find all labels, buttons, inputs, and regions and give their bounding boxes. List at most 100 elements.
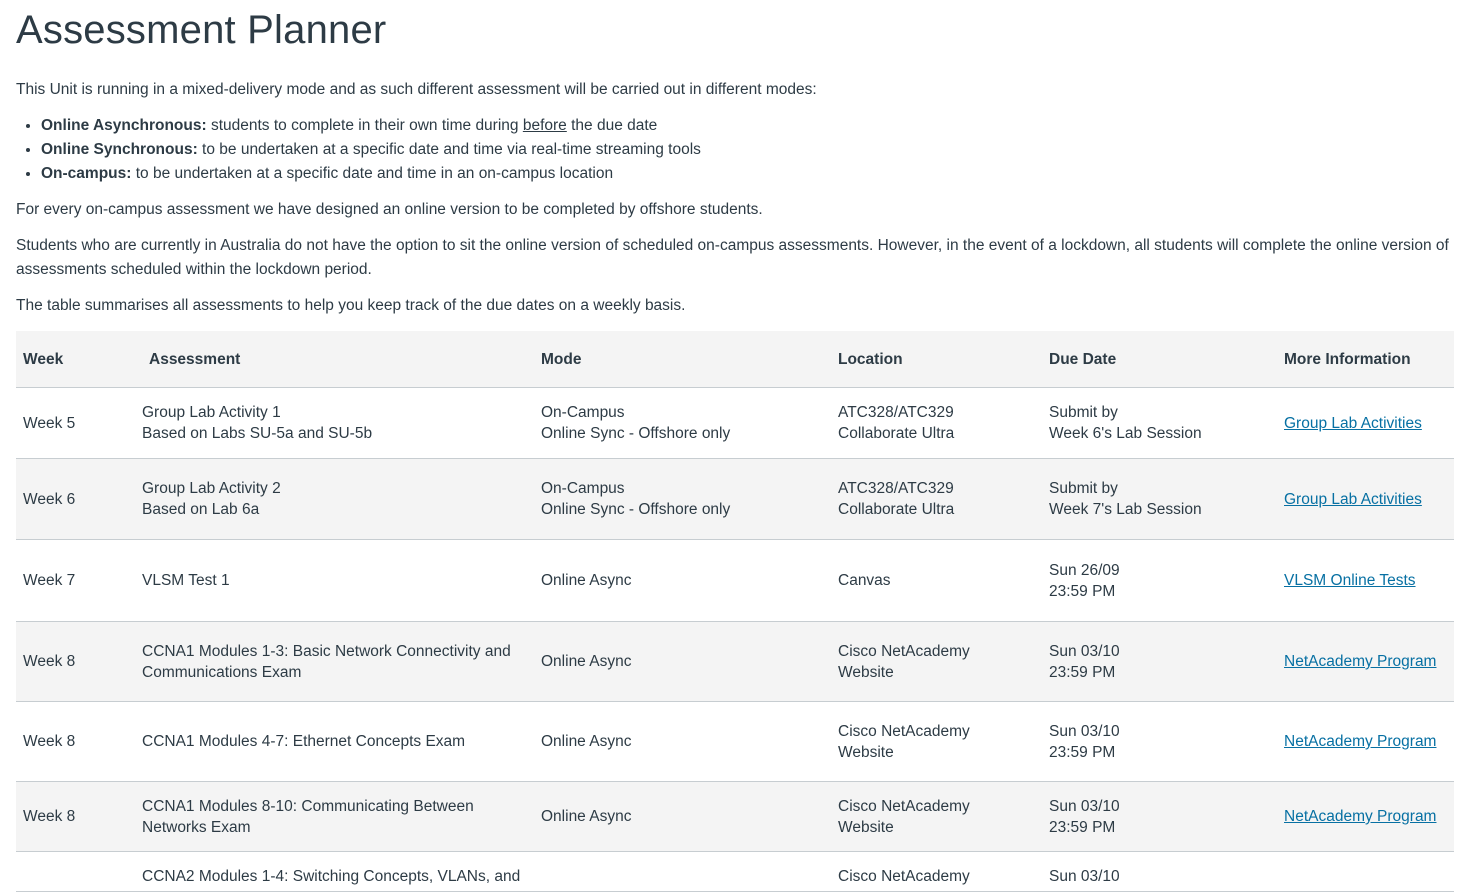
due-date-cell: Submit by Week 6's Lab Session bbox=[1042, 387, 1277, 459]
due-date-cell-line: Week 7's Lab Session bbox=[1049, 501, 1202, 518]
due-date-cell-line: 23:59 PM bbox=[1049, 743, 1116, 761]
table-row: Week 8 CCNA1 Modules 1-3: Basic Network C… bbox=[16, 621, 1454, 702]
location-cell: Cisco NetAcademy Website bbox=[831, 621, 1042, 702]
location-cell-line: Collaborate Ultra bbox=[838, 501, 955, 518]
due-date-cell: Sun 03/10 23:59 PM bbox=[1042, 781, 1277, 852]
location-cell-line: Canvas bbox=[838, 572, 891, 589]
week-cell bbox=[16, 851, 135, 892]
table-row: Week 8 CCNA1 Modules 4-7: Ethernet Concep… bbox=[16, 701, 1454, 782]
week-cell: Week 6 bbox=[16, 458, 135, 540]
table-header: Week Assessment Mode Location Due Date M… bbox=[16, 331, 1454, 388]
due-date-cell-line: Submit by bbox=[1049, 480, 1118, 497]
week-cell: Week 8 bbox=[16, 781, 135, 852]
location-cell-line: Website bbox=[838, 818, 894, 836]
assessment-cell-line: Based on Lab 6a bbox=[142, 501, 260, 518]
mode-term: Online Synchronous: bbox=[41, 141, 198, 158]
mode-emphasis: before bbox=[522, 117, 567, 134]
mode-cell: Online Async bbox=[534, 539, 831, 622]
header-due-date: Due Date bbox=[1042, 331, 1277, 388]
mode-cell-line: Online Async bbox=[541, 572, 632, 589]
mode-term: On-campus: bbox=[41, 165, 132, 182]
header-more-info: More Information bbox=[1277, 331, 1454, 388]
due-date-cell: Sun 03/10 23:59 PM bbox=[1042, 701, 1277, 782]
assessment-cell: VLSM Test 1 bbox=[135, 539, 534, 622]
header-mode: Mode bbox=[534, 331, 831, 388]
more-info-cell: VLSM Online Tests bbox=[1277, 539, 1454, 622]
location-cell: ATC328/ATC329 Collaborate Ultra bbox=[831, 387, 1042, 459]
location-cell-line: Cisco NetAcademy bbox=[838, 868, 970, 885]
mode-cell: On-Campus Online Sync - Offshore only bbox=[534, 458, 831, 540]
assessment-cell: CCNA2 Modules 1-4: Switching Concepts, V… bbox=[135, 851, 534, 892]
mode-cell-line: Online Async bbox=[541, 808, 632, 825]
mode-term: Online Asynchronous: bbox=[41, 117, 207, 134]
assessment-cell-line: Group Lab Activity 1 bbox=[142, 404, 281, 421]
assessment-cell-line: CCNA1 Modules 1-3: Basic Network Connect… bbox=[142, 642, 511, 660]
assessment-cell-line: Group Lab Activity 2 bbox=[142, 480, 281, 497]
location-cell-line: ATC328/ATC329 bbox=[838, 480, 954, 497]
table-row: Week 5 Group Lab Activity 1 Based on Labs … bbox=[16, 387, 1454, 459]
mode-desc: students to complete in their own time d… bbox=[206, 117, 523, 134]
more-info-link[interactable]: NetAcademy Program bbox=[1284, 808, 1436, 825]
more-info-link[interactable]: Group Lab Activities bbox=[1284, 415, 1422, 432]
week-cell: Week 8 bbox=[16, 621, 135, 702]
assessment-cell-line: Communications Exam bbox=[142, 663, 302, 681]
more-info-link[interactable]: NetAcademy Program bbox=[1284, 733, 1436, 750]
mode-cell: Online Async bbox=[534, 701, 831, 782]
location-cell-line: Collaborate Ultra bbox=[838, 425, 955, 442]
location-cell: ATC328/ATC329 Collaborate Ultra bbox=[831, 458, 1042, 540]
due-date-cell: Sun 03/10 23:59 PM bbox=[1042, 621, 1277, 702]
due-date-cell-line: Week 6's Lab Session bbox=[1049, 425, 1202, 442]
mode-item: Online Synchronous: to be undertaken at … bbox=[41, 138, 701, 162]
assessment-cell-line: CCNA1 Modules 8-10: Communicating Betwee… bbox=[142, 797, 474, 815]
more-info-link[interactable]: VLSM Online Tests bbox=[1284, 572, 1416, 589]
header-assessment: Assessment bbox=[135, 331, 534, 388]
assessment-cell-line: CCNA2 Modules 1-4: Switching Concepts, V… bbox=[142, 868, 521, 885]
location-cell: Cisco NetAcademy Website bbox=[831, 701, 1042, 782]
mode-cell-line: On-Campus bbox=[541, 480, 625, 497]
mode-cell-line: On-Campus bbox=[541, 404, 625, 421]
mode-desc: to be undertaken at a specific date and … bbox=[197, 141, 701, 158]
intro-text: This Unit is running in a mixed-delivery… bbox=[16, 81, 817, 98]
assessment-cell-line: Based on Labs SU-5a and SU-5b bbox=[142, 425, 373, 442]
due-date-cell: Sun 26/09 23:59 PM bbox=[1042, 539, 1277, 622]
more-info-cell: Group Lab Activities bbox=[1277, 387, 1454, 459]
due-date-cell-line: Sun 03/10 bbox=[1049, 642, 1120, 660]
assessment-cell-line: Networks Exam bbox=[142, 818, 251, 836]
mode-cell: Online Async bbox=[534, 781, 831, 852]
location-cell-line: Cisco NetAcademy bbox=[838, 797, 970, 815]
location-cell-line: Website bbox=[838, 663, 894, 681]
assessment-cell: CCNA1 Modules 1-3: Basic Network Connect… bbox=[135, 621, 534, 702]
more-info-cell: Group Lab Activities bbox=[1277, 458, 1454, 540]
mode-cell bbox=[534, 851, 831, 892]
more-info-link[interactable]: NetAcademy Program bbox=[1284, 653, 1436, 670]
mode-desc: to be undertaken at a specific date and … bbox=[131, 165, 614, 182]
modes-list: Online Asynchronous: students to complet… bbox=[16, 114, 701, 186]
mode-cell-line: Online Sync - Offshore only bbox=[541, 425, 731, 442]
more-info-link[interactable]: Group Lab Activities bbox=[1284, 491, 1422, 508]
assessment-cell-line: CCNA1 Modules 4-7: Ethernet Concepts Exa… bbox=[142, 733, 466, 750]
table-row: Week 8 CCNA1 Modules 8-10: Communicating … bbox=[16, 781, 1454, 852]
due-date-cell-line: Sun 03/10 bbox=[1049, 797, 1120, 815]
more-info-cell: NetAcademy Program bbox=[1277, 781, 1454, 852]
location-cell-line: Cisco NetAcademy bbox=[838, 722, 970, 740]
table-row: Week 7 VLSM Test 1 Online Async Canvas Sun 2… bbox=[16, 539, 1454, 622]
assessment-cell: CCNA1 Modules 4-7: Ethernet Concepts Exa… bbox=[135, 701, 534, 782]
due-date-cell-line: 23:59 PM bbox=[1049, 663, 1116, 681]
paragraph-lockdown-cont: assessments scheduled within the lockdow… bbox=[16, 261, 372, 278]
paragraph-lockdown: Students who are currently in Australia … bbox=[16, 237, 1449, 254]
due-date-cell-line: 23:59 PM bbox=[1049, 582, 1116, 600]
header-location: Location bbox=[831, 331, 1042, 388]
mode-cell-line: Online Async bbox=[541, 653, 632, 670]
assessment-table: Week Assessment Mode Location Due Date M… bbox=[16, 331, 1454, 892]
location-cell: Cisco NetAcademy Website bbox=[831, 781, 1042, 852]
location-cell-line: Website bbox=[838, 743, 894, 761]
mode-cell: Online Async bbox=[534, 621, 831, 702]
due-date-cell-line: 23:59 PM bbox=[1049, 818, 1116, 836]
due-date-cell-line: Sun 03/10 bbox=[1049, 868, 1120, 885]
location-cell: Canvas bbox=[831, 539, 1042, 622]
page-title: Assessment Planner bbox=[16, 8, 387, 52]
paragraph-offshore: For every on-campus assessment we have d… bbox=[16, 201, 763, 218]
assessment-cell: Group Lab Activity 2 Based on Lab 6a bbox=[135, 458, 534, 540]
due-date-cell-line: Sun 03/10 bbox=[1049, 722, 1120, 740]
assessment-cell: CCNA1 Modules 8-10: Communicating Betwee… bbox=[135, 781, 534, 852]
